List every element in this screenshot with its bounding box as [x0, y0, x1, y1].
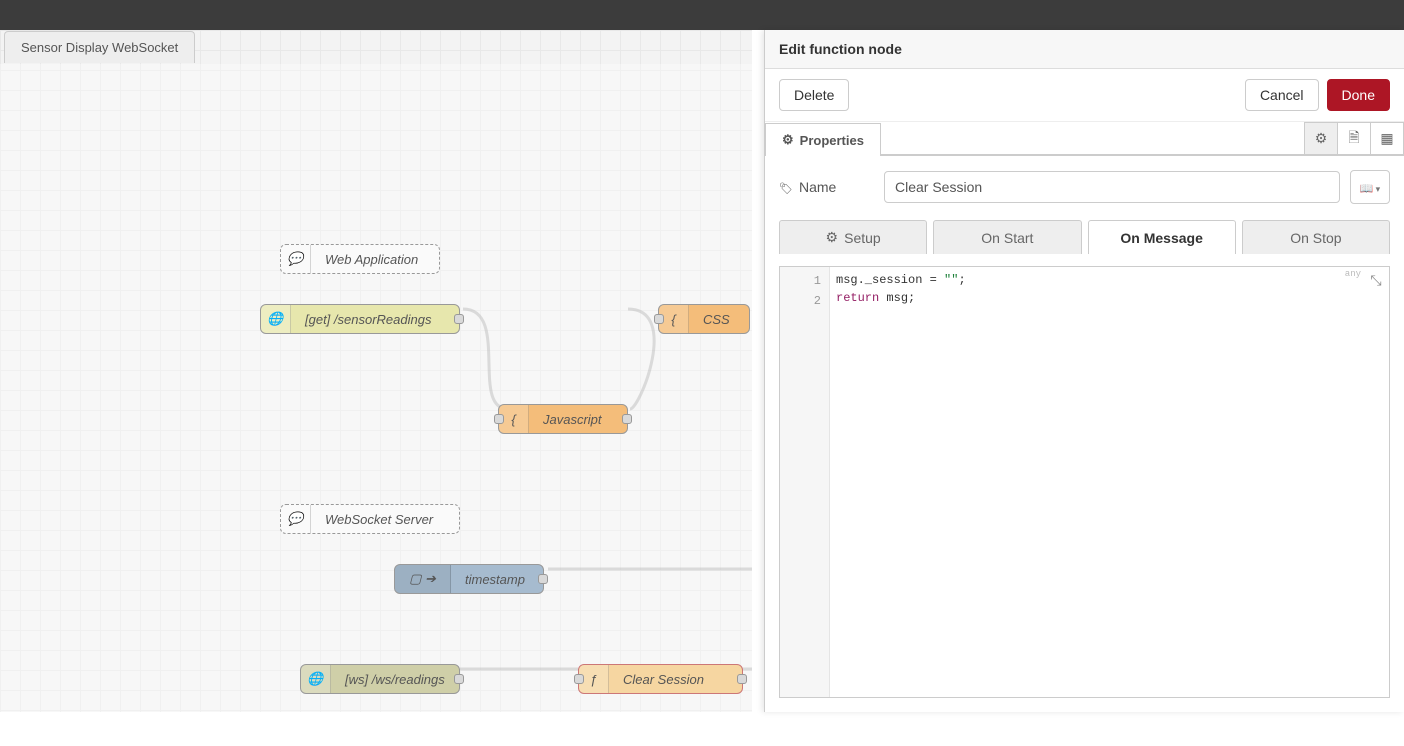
doc-icon — [1348, 127, 1359, 151]
settings-icon-button[interactable] — [1304, 122, 1338, 155]
panel-title: Edit function node — [765, 30, 1404, 69]
comment-icon: 💬 — [281, 505, 311, 533]
line-number: 2 — [780, 291, 829, 311]
code-editor[interactable]: 1 2 msg._session = ""; return msg; any — [779, 266, 1390, 698]
node-label: [get] /sensorReadings — [291, 312, 445, 327]
name-row: Name — [779, 170, 1390, 204]
delete-button[interactable]: Delete — [779, 79, 849, 111]
node-label: WebSocket Server — [311, 512, 447, 527]
gear-icon — [1315, 130, 1328, 147]
input-port[interactable] — [654, 314, 664, 324]
done-button[interactable]: Done — [1327, 79, 1390, 111]
globe-icon: 🌐 — [301, 665, 331, 693]
output-port[interactable] — [454, 674, 464, 684]
name-label: Name — [779, 179, 874, 195]
gear-icon — [782, 132, 794, 148]
node-http-in[interactable]: 🌐 [get] /sensorReadings — [260, 304, 460, 334]
output-port[interactable] — [538, 574, 548, 584]
node-label: Javascript — [529, 412, 616, 427]
inject-icon: ▢ ➔ — [395, 565, 451, 593]
tab-label: Properties — [800, 133, 864, 148]
flow-canvas[interactable]: Sensor Display WebSocket 💬 Web Applicati… — [0, 30, 752, 712]
comment-icon: 💬 — [281, 245, 311, 273]
expand-icon — [1370, 272, 1381, 289]
tab-label: Setup — [844, 230, 881, 246]
node-websocket-server[interactable]: 💬 WebSocket Server — [280, 504, 460, 534]
line-gutter: 1 2 — [780, 267, 830, 697]
description-icon-button[interactable] — [1337, 122, 1371, 155]
node-css[interactable]: { CSS — [658, 304, 750, 334]
input-port[interactable] — [574, 674, 584, 684]
node-label: Clear Session — [609, 672, 718, 687]
panel-tab-strip: Properties — [765, 122, 1404, 156]
gear-icon — [826, 229, 839, 246]
book-icon — [1360, 179, 1374, 195]
type-indicator: any — [1345, 269, 1361, 279]
library-button[interactable] — [1350, 170, 1390, 204]
tab-on-message[interactable]: On Message — [1088, 220, 1236, 254]
input-port[interactable] — [494, 414, 504, 424]
node-label: [ws] /ws/readings — [331, 672, 459, 687]
node-label: timestamp — [451, 572, 539, 587]
properties-body: Name Setup On Start On Message On Stop — [765, 156, 1404, 712]
name-input[interactable] — [884, 171, 1340, 203]
code-content[interactable]: msg._session = ""; return msg; — [830, 267, 1389, 697]
caret-down-icon — [1376, 179, 1381, 195]
node-clear-session[interactable]: ƒ Clear Session — [578, 664, 743, 694]
output-port[interactable] — [454, 314, 464, 324]
layout-icon — [1380, 130, 1393, 147]
line-number: 1 — [780, 271, 829, 291]
tag-icon — [779, 179, 793, 195]
node-label: Web Application — [311, 252, 432, 267]
tab-properties[interactable]: Properties — [765, 123, 881, 156]
tab-on-stop[interactable]: On Stop — [1242, 220, 1390, 254]
cancel-button[interactable]: Cancel — [1245, 79, 1319, 111]
appearance-icon-button[interactable] — [1370, 122, 1404, 155]
tab-on-start[interactable]: On Start — [933, 220, 1081, 254]
expand-editor-button[interactable] — [1367, 271, 1385, 289]
tab-setup[interactable]: Setup — [779, 220, 927, 254]
node-web-application[interactable]: 💬 Web Application — [280, 244, 440, 274]
node-javascript[interactable]: { Javascript — [498, 404, 628, 434]
name-label-text: Name — [799, 179, 836, 195]
edit-panel: Edit function node Delete Cancel Done Pr… — [764, 30, 1404, 712]
globe-icon: 🌐 — [261, 305, 291, 333]
output-port[interactable] — [737, 674, 747, 684]
node-label: CSS — [689, 312, 744, 327]
node-ws-in[interactable]: 🌐 [ws] /ws/readings — [300, 664, 460, 694]
function-tabs: Setup On Start On Message On Stop — [779, 220, 1390, 254]
app-top-bar — [0, 0, 1404, 30]
canvas-dim-overlay: 💬 Web Application 🌐 [get] /sensorReading… — [0, 64, 752, 712]
node-timestamp[interactable]: ▢ ➔ timestamp — [394, 564, 544, 594]
panel-button-row: Delete Cancel Done — [765, 69, 1404, 122]
output-port[interactable] — [622, 414, 632, 424]
flow-tab[interactable]: Sensor Display WebSocket — [4, 31, 195, 63]
